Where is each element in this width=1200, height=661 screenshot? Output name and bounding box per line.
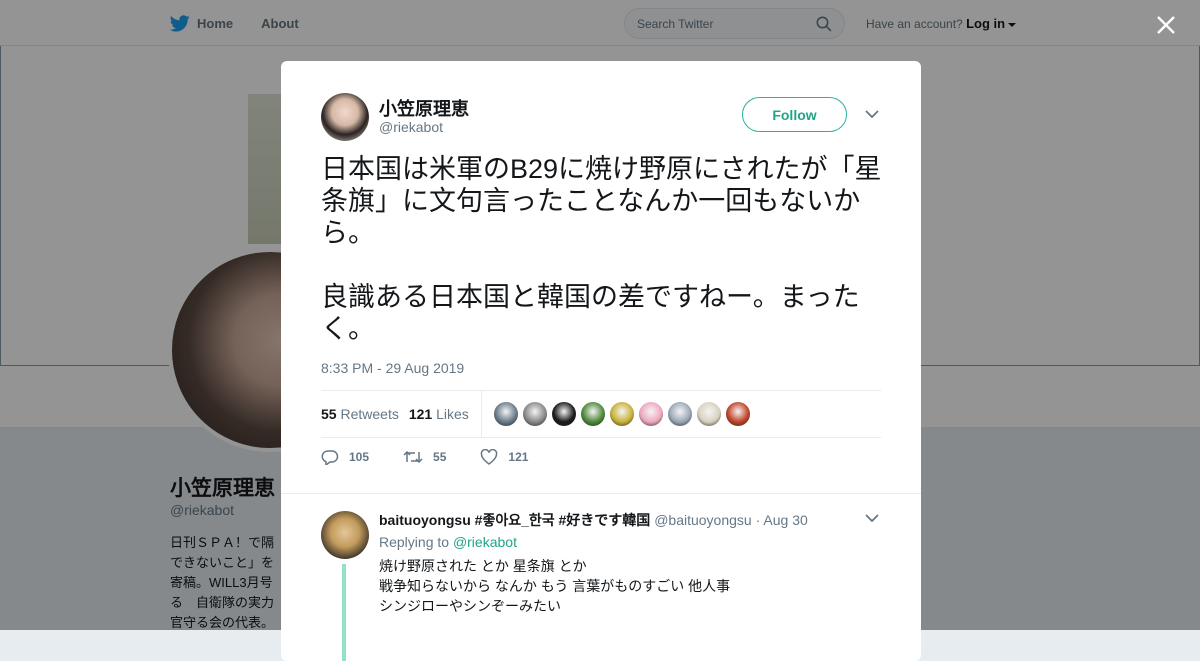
tweet-author-name[interactable]: 小笠原理恵 (379, 95, 469, 121)
replying-to-prefix: Replying to (379, 534, 450, 550)
tweet-author-handle[interactable]: @riekabot (379, 119, 443, 135)
heart-icon (481, 449, 498, 465)
tweet-text: 日本国は米軍のB29に焼け野原にされたが「星条旗」に文句言ったことなんか一回もな… (321, 154, 882, 344)
like-stat[interactable]: 121 Likes (409, 406, 469, 422)
reply-icon (321, 450, 339, 465)
close-icon[interactable] (1154, 13, 1178, 37)
retweet-icon (403, 450, 423, 464)
reply-text: 焼け野原された とか 星条旗 とか 戦争知らないから なんか もう 言葉がものす… (379, 558, 731, 614)
thread-line (342, 564, 346, 661)
liker-avatar[interactable] (696, 402, 721, 426)
liker-avatar[interactable] (725, 402, 750, 426)
reply-date[interactable]: · Aug 30 (756, 512, 808, 528)
like-stat-label: Likes (436, 406, 469, 422)
replying-to: Replying to @riekabot (379, 534, 517, 550)
tweet-actions: 105 55 121 (321, 449, 562, 465)
retweet-button[interactable]: 55 (403, 449, 446, 465)
liker-avatar[interactable] (609, 402, 634, 426)
retweet-stat[interactable]: 55 Retweets (321, 406, 399, 422)
tweet-timestamp[interactable]: 8:33 PM - 29 Aug 2019 (321, 360, 464, 376)
chevron-down-icon[interactable] (865, 513, 879, 523)
liker-avatars (493, 402, 755, 426)
liker-avatar[interactable] (522, 402, 547, 426)
replying-to-link[interactable]: @riekabot (453, 534, 517, 550)
like-action-count: 121 (508, 450, 529, 464)
stats-divider (480, 390, 482, 438)
reply-author-handle[interactable]: @baituoyongsu (654, 512, 752, 528)
reply-author-name[interactable]: baituoyongsu #좋아요_한국 #好きです韓国 (379, 512, 650, 528)
retweet-stat-label: Retweets (340, 406, 399, 422)
retweet-action-count: 55 (433, 450, 447, 464)
chevron-down-icon[interactable] (865, 109, 879, 119)
like-count: 121 (408, 406, 433, 422)
liker-avatar[interactable] (580, 402, 605, 426)
follow-button[interactable]: Follow (742, 97, 847, 132)
liker-avatar[interactable] (667, 402, 692, 426)
tweet-stats: 55 Retweets 121 Likes (321, 390, 881, 438)
retweet-count: 55 (321, 406, 337, 422)
liker-avatar[interactable] (493, 402, 518, 426)
reply-avatar[interactable] (321, 511, 369, 559)
reply-count: 105 (349, 450, 370, 464)
liker-avatar[interactable] (638, 402, 663, 426)
reply-header: baituoyongsu #좋아요_한국 #好きです韓国 @baituoyong… (379, 510, 808, 530)
like-button[interactable]: 121 (480, 449, 528, 465)
liker-avatar[interactable] (551, 402, 576, 426)
reply-button[interactable]: 105 (321, 449, 369, 465)
replies-divider (281, 493, 921, 494)
avatar[interactable] (321, 93, 369, 141)
tweet-modal: 小笠原理恵 @riekabot Follow 日本国は米軍のB29に焼け野原にさ… (281, 61, 921, 661)
